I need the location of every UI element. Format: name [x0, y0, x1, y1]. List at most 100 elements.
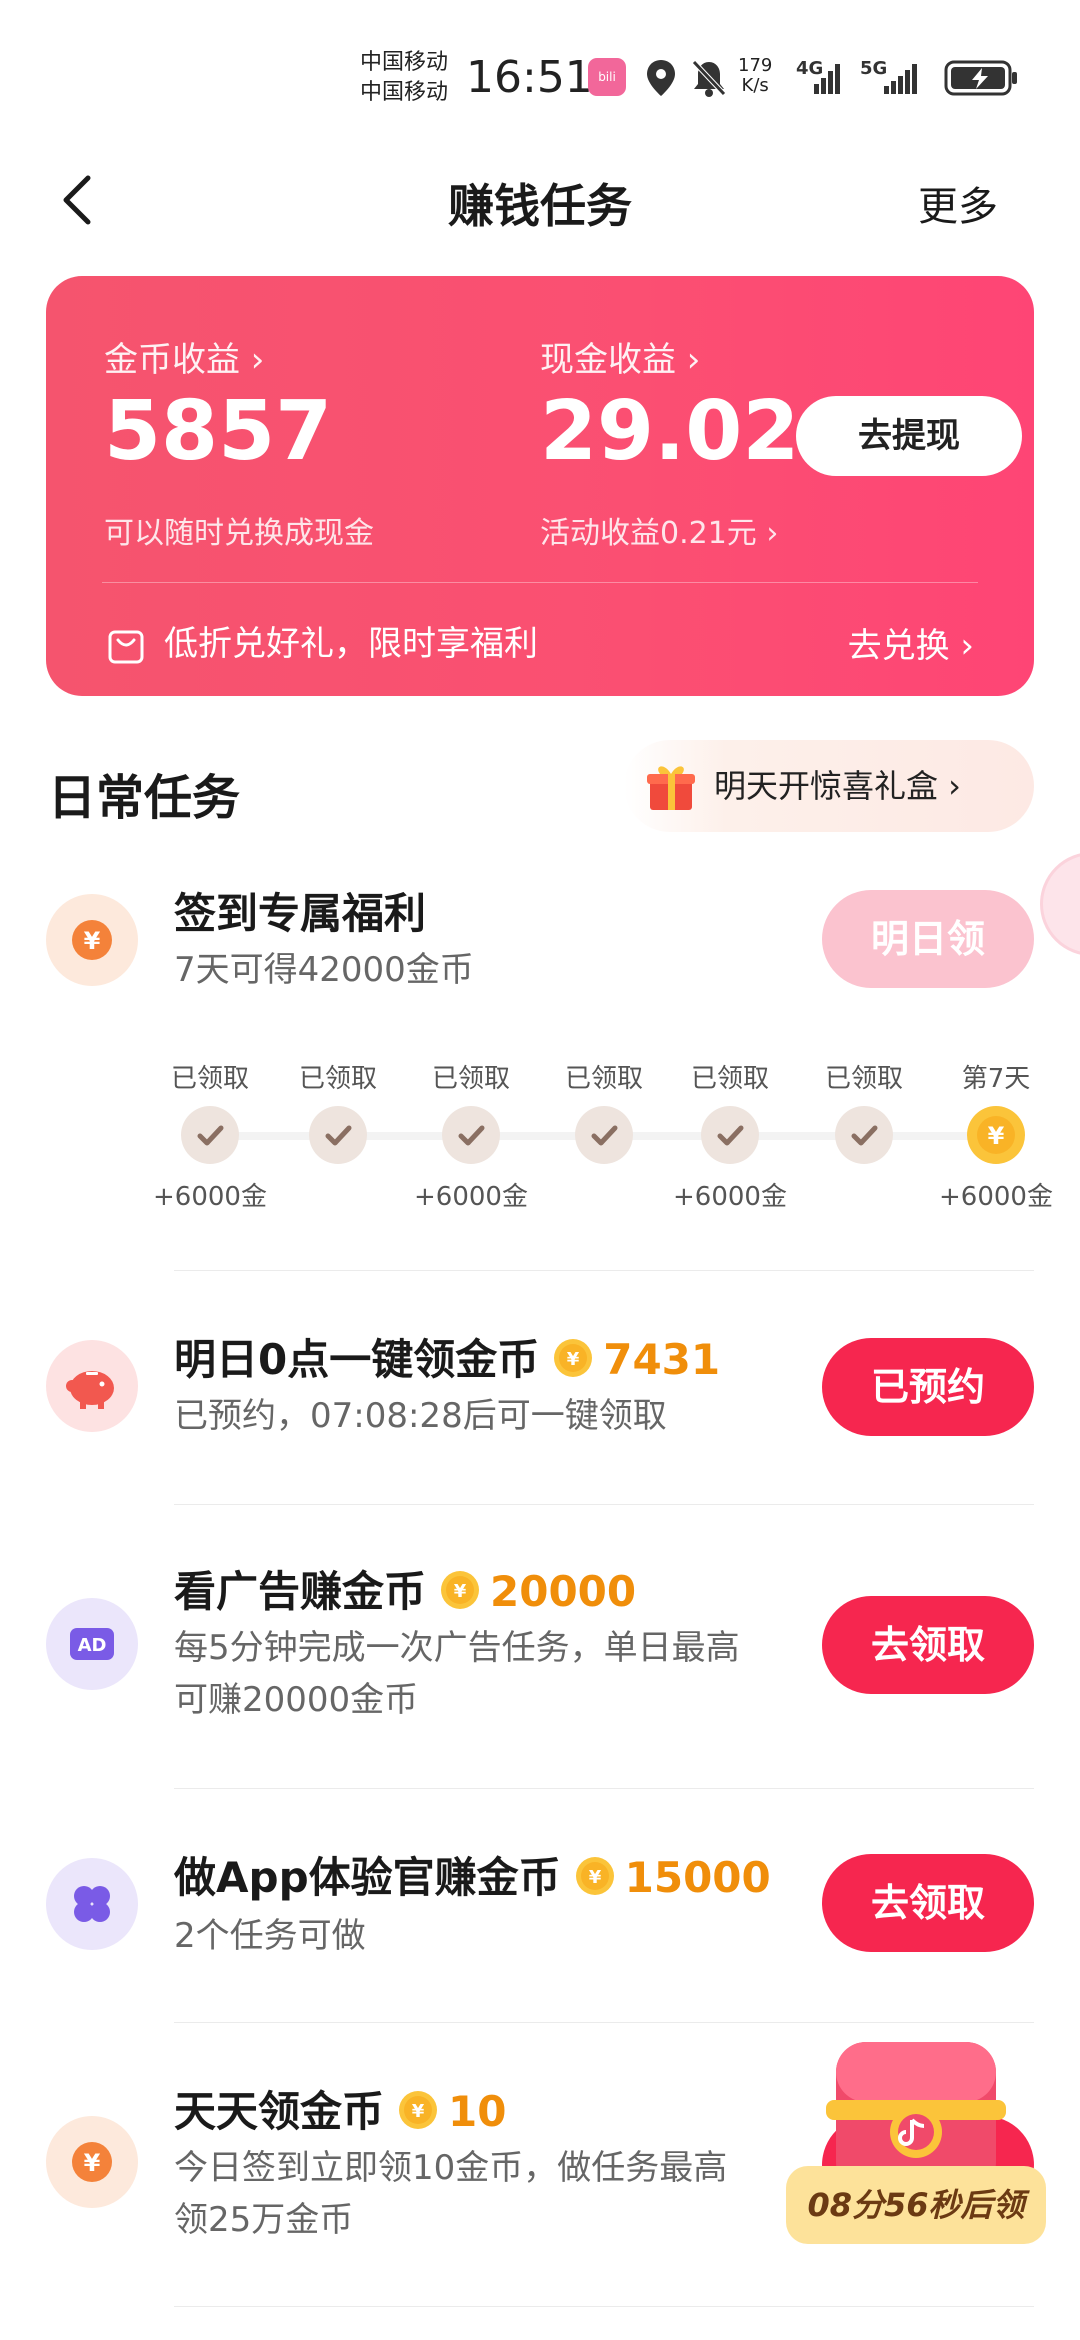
- checkin-day-bonus: +6000金: [153, 1182, 267, 1212]
- svg-text:¥: ¥: [84, 927, 101, 955]
- net-speed-unit: K/s: [741, 75, 769, 96]
- task-title-text: 明日0点一键领金币: [174, 1335, 540, 1384]
- cash-balance: 29.02: [540, 384, 800, 479]
- checkin-day-bonus: +6000金: [939, 1182, 1053, 1212]
- task-coin-amount: 15000: [624, 1853, 771, 1902]
- withdraw-button[interactable]: 去提现: [796, 396, 1022, 476]
- exchange-promo[interactable]: 低折兑好礼，限时享福利: [106, 616, 538, 666]
- claim-button[interactable]: 去领取: [822, 1596, 1034, 1694]
- coin-earnings-link[interactable]: 金币收益 ›: [104, 332, 264, 381]
- task-coin-amount: 7431: [603, 1335, 721, 1384]
- gold-coin-icon: ¥: [399, 2091, 438, 2129]
- bilibili-app-icon: bili: [588, 58, 626, 96]
- carrier-name-2: 中国移动: [360, 80, 449, 105]
- claim-button[interactable]: 去领取: [822, 1854, 1034, 1952]
- task-desc: 2个任务可做: [174, 1916, 366, 1956]
- task-icon-container: ¥: [46, 2116, 138, 2208]
- task-icon-container: [46, 1340, 138, 1432]
- svg-text:¥: ¥: [567, 1349, 580, 1370]
- checkin-day-label: 已领取: [170, 1064, 249, 1094]
- task-title: 天天领金币 ¥10: [174, 2078, 506, 2139]
- checkin-day-check-icon: [701, 1106, 759, 1164]
- checkin-day-label: 已领取: [690, 1064, 769, 1094]
- reserved-button[interactable]: 已预约: [822, 1338, 1034, 1436]
- task-desc: 已预约，07:08:28后可一键领取: [174, 1396, 667, 1436]
- card-divider: [102, 582, 978, 583]
- go-exchange-link[interactable]: 去兑换 ›: [848, 618, 974, 667]
- location-icon: [647, 60, 675, 96]
- task-title-text: 看广告赚金币: [174, 1567, 427, 1616]
- checkin-day-bonus: +6000金: [673, 1182, 787, 1212]
- checkin-day-check-icon: [835, 1106, 893, 1164]
- checkin-day-check-icon: [181, 1106, 239, 1164]
- checkin-day-check-icon: [309, 1106, 367, 1164]
- task-coin-amount: 10: [448, 2087, 507, 2136]
- row-divider: [174, 1504, 1034, 1505]
- task-desc-line-2: 领25万金币: [174, 2200, 354, 2240]
- task-icon-container: [46, 1858, 138, 1950]
- gold-coin-icon: ¥: [554, 1339, 593, 1377]
- checkin-day-label: 已领取: [824, 1064, 903, 1094]
- net-speed-value: 179: [738, 55, 773, 76]
- battery-charging-icon: [944, 60, 1017, 96]
- checkin-title: 签到专属福利: [174, 889, 427, 938]
- coin-balance-hint: 可以随时兑换成现金: [104, 516, 374, 551]
- activity-earnings-link[interactable]: 活动收益0.21元 ›: [540, 508, 778, 552]
- checkin-day-label: 已领取: [431, 1064, 510, 1094]
- svg-text:¥: ¥: [412, 2101, 425, 2122]
- ad-icon: AD: [70, 1628, 114, 1660]
- shopping-bag-icon: [108, 630, 144, 663]
- gold-coin-icon: ¥: [441, 1571, 480, 1609]
- checkin-day-label: 第7天: [961, 1064, 1031, 1094]
- task-desc-line-1: 每5分钟完成一次广告任务，单日最高: [174, 1628, 740, 1668]
- task-desc-line-1: 今日签到立即领10金币，做任务最高: [174, 2148, 728, 2188]
- svg-text:¥: ¥: [84, 2149, 101, 2177]
- carrier-name-1: 中国移动: [360, 50, 449, 75]
- checkin-day-label: 已领取: [298, 1064, 377, 1094]
- clover-icon: [74, 1886, 110, 1922]
- checkin-day-check-icon: [442, 1106, 500, 1164]
- yuan-coin-icon: ¥: [72, 920, 112, 960]
- task-title-text: 做App体验官赚金币: [174, 1853, 561, 1902]
- claim-tomorrow-button[interactable]: 明日领: [822, 890, 1034, 988]
- gift-box-icon: [647, 766, 695, 810]
- task-title: 明日0点一键领金币 ¥7431: [174, 1326, 720, 1387]
- task-title: 做App体验官赚金币 ¥15000: [174, 1844, 771, 1905]
- piggy-bank-icon: [66, 1371, 114, 1409]
- checkin-day-coin-icon: ¥: [967, 1106, 1025, 1164]
- checkin-day-bonus: +6000金: [414, 1182, 528, 1212]
- task-title-text: 天天领金币: [174, 2087, 385, 2136]
- earnings-card: 金币收益 › 5857 可以随时兑换成现金 现金收益 › 29.02 活动收益0…: [46, 276, 1034, 696]
- more-button[interactable]: 更多: [918, 174, 998, 232]
- ad-icon-label: AD: [78, 1635, 107, 1656]
- daily-tasks-title: 日常任务: [48, 770, 241, 826]
- exchange-promo-text: 低折兑好礼，限时享福利: [164, 624, 538, 664]
- task-coin-amount: 20000: [490, 1567, 637, 1616]
- mute-bell-icon: [692, 60, 726, 97]
- row-divider: [174, 1788, 1034, 1789]
- yuan-coin-icon: ¥: [72, 2142, 112, 2182]
- network-speed: 179 K/s: [738, 56, 772, 96]
- gold-coin-icon: ¥: [575, 1857, 614, 1895]
- surprise-gift-box-link[interactable]: 明天开惊喜礼盒 ›: [624, 740, 1034, 832]
- status-time: 16:51: [466, 52, 593, 103]
- top-nav: 赚钱任务 更多: [0, 150, 1080, 250]
- svg-text:¥: ¥: [988, 1122, 1005, 1150]
- row-divider: [174, 2306, 1034, 2307]
- gift-pill-text: 明天开惊喜礼盒 ›: [714, 767, 961, 805]
- row-divider: [174, 1270, 1034, 1271]
- checkin-task-icon: ¥: [46, 894, 138, 986]
- checkin-day-label: 已领取: [564, 1064, 643, 1094]
- chest-countdown-label[interactable]: 08分56秒后领: [786, 2166, 1046, 2244]
- task-title: 看广告赚金币 ¥20000: [174, 1558, 636, 1619]
- coin-balance: 5857: [104, 384, 333, 479]
- status-bar: 中国移动 中国移动 16:51 bili 179 K/s 4G 5G: [0, 0, 1080, 150]
- checkin-day-check-icon: [575, 1106, 633, 1164]
- carrier-info: 中国移动 中国移动: [360, 48, 448, 108]
- side-floating-widget[interactable]: [1040, 852, 1080, 956]
- checkin-desc: 7天可得42000金币: [174, 950, 474, 990]
- svg-text:¥: ¥: [588, 1867, 601, 1888]
- cash-earnings-link[interactable]: 现金收益 ›: [540, 332, 700, 381]
- task-desc-line-2: 可赚20000金币: [174, 1680, 419, 1720]
- task-icon-container: AD: [46, 1598, 138, 1690]
